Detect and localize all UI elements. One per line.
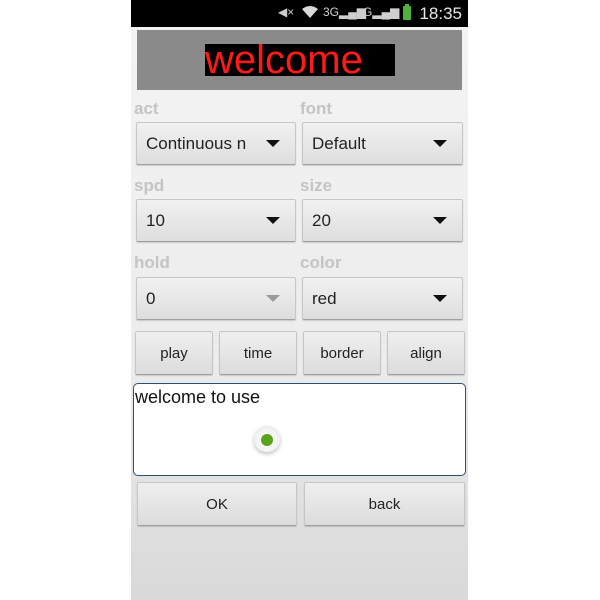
- play-button[interactable]: play: [135, 331, 213, 375]
- color-spinner[interactable]: red: [302, 277, 463, 320]
- act-value: Continuous n: [146, 134, 247, 153]
- act-label: act: [134, 99, 159, 118]
- border-button[interactable]: border: [303, 331, 381, 375]
- network-type-label: 3G: [323, 5, 340, 19]
- hold-value: 0: [146, 289, 156, 308]
- ok-button[interactable]: OK: [137, 482, 297, 526]
- size-label: size: [300, 176, 333, 195]
- font-value: Default: [312, 134, 366, 153]
- size-value: 20: [312, 211, 331, 230]
- led-preview-banner: welcome: [137, 30, 462, 90]
- text-cursor-handle[interactable]: [254, 426, 280, 454]
- dropdown-arrow-icon: [433, 295, 447, 302]
- spd-value: 10: [146, 211, 165, 230]
- mute-icon: ◀×: [278, 5, 295, 19]
- cursor-handle-dot: [261, 434, 273, 446]
- wifi-icon: [301, 5, 319, 22]
- dropdown-arrow-icon: [266, 140, 280, 147]
- phone-screen: ◀× 3G▂▄▆ G▂▄▆ 18:35 welcome act font Con…: [131, 0, 468, 600]
- clock: 18:35: [419, 4, 462, 23]
- color-value: red: [312, 289, 337, 308]
- message-input[interactable]: welcome to use: [133, 383, 466, 476]
- color-label: color: [300, 253, 342, 272]
- gsm-signal-icon: G▂▄▆: [363, 5, 400, 19]
- spd-label: spd: [134, 176, 165, 195]
- font-label: font: [300, 99, 333, 118]
- back-button[interactable]: back: [304, 482, 465, 526]
- font-spinner[interactable]: Default: [302, 122, 463, 165]
- dropdown-arrow-icon: [433, 140, 447, 147]
- dropdown-arrow-icon: [266, 295, 280, 302]
- 3g-signal-icon: 3G▂▄▆: [323, 5, 366, 19]
- network-type-label-2: G: [363, 5, 373, 19]
- hold-spinner[interactable]: 0: [136, 277, 296, 320]
- battery-icon: [403, 4, 411, 20]
- act-spinner[interactable]: Continuous n: [136, 122, 296, 165]
- spd-spinner[interactable]: 10: [136, 199, 296, 242]
- message-input-text: welcome to use: [135, 387, 261, 407]
- led-preview-text: welcome: [205, 44, 395, 76]
- time-button[interactable]: time: [219, 331, 297, 375]
- status-bar: ◀× 3G▂▄▆ G▂▄▆ 18:35: [131, 0, 468, 27]
- dropdown-arrow-icon: [433, 217, 447, 224]
- dropdown-arrow-icon: [266, 217, 280, 224]
- size-spinner[interactable]: 20: [302, 199, 463, 242]
- hold-label: hold: [134, 253, 170, 272]
- align-button[interactable]: align: [387, 331, 465, 375]
